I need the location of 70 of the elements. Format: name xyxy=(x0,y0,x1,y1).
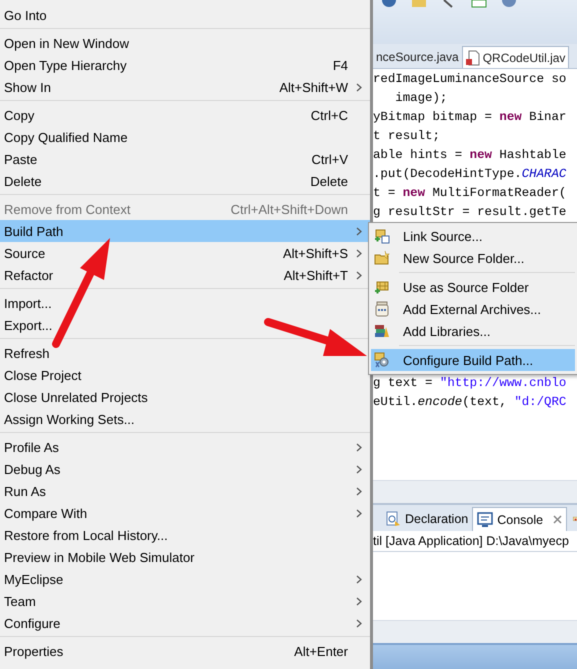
code-line: g text = "http://www.cnblo xyxy=(373,375,568,392)
settings-icon xyxy=(374,352,390,368)
code-line: able hints = new Hashtable xyxy=(373,147,568,164)
menu-item[interactable]: Paste Ctrl+V xyxy=(0,148,370,170)
editor-tab[interactable]: nceSource.java xyxy=(373,46,462,68)
menu-item[interactable]: Copy Ctrl+C xyxy=(0,104,370,126)
view-tab[interactable]: Console xyxy=(472,507,568,531)
menu-item[interactable]: Profile As xyxy=(0,436,370,458)
menu-item[interactable]: MyEclipse xyxy=(0,568,370,590)
console-icon xyxy=(477,512,494,528)
code-line: g resultStr = result.getTe xyxy=(373,204,568,221)
submenu-item[interactable]: Configure Build Path... xyxy=(371,349,575,371)
folder-link-icon xyxy=(374,228,390,244)
code-line: t result; xyxy=(373,128,441,145)
menu-item[interactable]: Close Unrelated Projects xyxy=(0,386,370,408)
close-icon[interactable] xyxy=(553,515,562,524)
menu-item[interactable]: Import... xyxy=(0,292,370,314)
code-line: image); xyxy=(394,90,448,107)
menu-item[interactable]: Open in New Window xyxy=(0,32,370,54)
toolbar-globe-icon[interactable] xyxy=(501,0,517,8)
menu-item[interactable]: Restore from Local History... xyxy=(0,524,370,546)
code-line: t = new MultiFormatReader( xyxy=(373,185,568,202)
submenu-item[interactable]: Add Libraries... xyxy=(371,320,575,342)
code-line: eUtil.encode(text, "d:/QRC xyxy=(373,394,568,411)
submenu-item[interactable]: Add External Archives... xyxy=(371,298,575,320)
menu-item[interactable]: Run As xyxy=(0,480,370,502)
submenu-item[interactable]: Use as Source Folder xyxy=(371,276,575,298)
menu-item[interactable]: Build Path xyxy=(0,220,370,242)
menu-item[interactable]: Copy Qualified Name xyxy=(0,126,370,148)
package-icon xyxy=(374,279,390,295)
menu-item[interactable]: Go Into xyxy=(0,4,370,26)
shortcut-label: Ctrl+C xyxy=(310,108,348,122)
console-title: til [Java Application] D:\Java\myecp xyxy=(373,531,577,552)
shortcut-label: Alt+Enter xyxy=(294,644,348,658)
editor-scrollbar[interactable] xyxy=(373,480,577,504)
submenu-item[interactable]: New Source Folder... xyxy=(371,247,575,269)
shortcut-label: Ctrl+Alt+Shift+Down xyxy=(230,202,348,216)
menu-item[interactable]: Refresh xyxy=(0,342,370,364)
java-file-icon xyxy=(466,50,480,66)
menu-item[interactable]: Preview in Mobile Web Simulator xyxy=(0,546,370,568)
code-line: redImageLuminanceSource so xyxy=(373,71,568,88)
code-line: .put(DecodeHintType.CHARAC xyxy=(373,166,568,183)
jar-icon xyxy=(374,301,390,317)
menu-item[interactable]: Refactor Alt+Shift+T xyxy=(0,264,370,286)
shortcut-label: Alt+Shift+T xyxy=(284,268,348,282)
console-scrollbar[interactable] xyxy=(373,620,577,643)
menu-item[interactable]: Team xyxy=(0,590,370,612)
menu-item[interactable]: Debug As xyxy=(0,458,370,480)
shortcut-label: Delete xyxy=(310,174,348,188)
menu-item[interactable]: Close Project xyxy=(0,364,370,386)
menu-item[interactable]: Open Type Hierarchy F4 xyxy=(0,54,370,76)
menu-item[interactable]: Show In Alt+Shift+W xyxy=(0,76,370,98)
menu-item[interactable]: Export... xyxy=(0,314,370,336)
shortcut-label: Ctrl+V xyxy=(312,152,348,166)
declaration-icon xyxy=(385,511,401,527)
menu-item[interactable]: Delete Delete xyxy=(0,170,370,192)
editor-tab[interactable]: QRCodeUtil.jav xyxy=(462,46,570,68)
shortcut-label: Alt+Shift+W xyxy=(279,80,348,94)
menu-item[interactable]: Compare With xyxy=(0,502,370,524)
folder-icon xyxy=(374,250,390,266)
menu-item[interactable]: Properties Alt+Enter xyxy=(0,640,370,662)
menu-item[interactable]: Configure xyxy=(0,612,370,634)
books-icon xyxy=(374,323,390,339)
code-line: yBitmap bitmap = new Binar xyxy=(373,109,568,126)
view-tab[interactable]: Declaration xyxy=(381,507,472,531)
submenu-item[interactable]: Link Source... xyxy=(371,225,575,247)
shortcut-label: Alt+Shift+S xyxy=(282,246,348,260)
menu-item[interactable]: Assign Working Sets... xyxy=(0,408,370,430)
menu-item[interactable]: Source Alt+Shift+S xyxy=(0,242,370,264)
shortcut-label: F4 xyxy=(332,58,348,72)
